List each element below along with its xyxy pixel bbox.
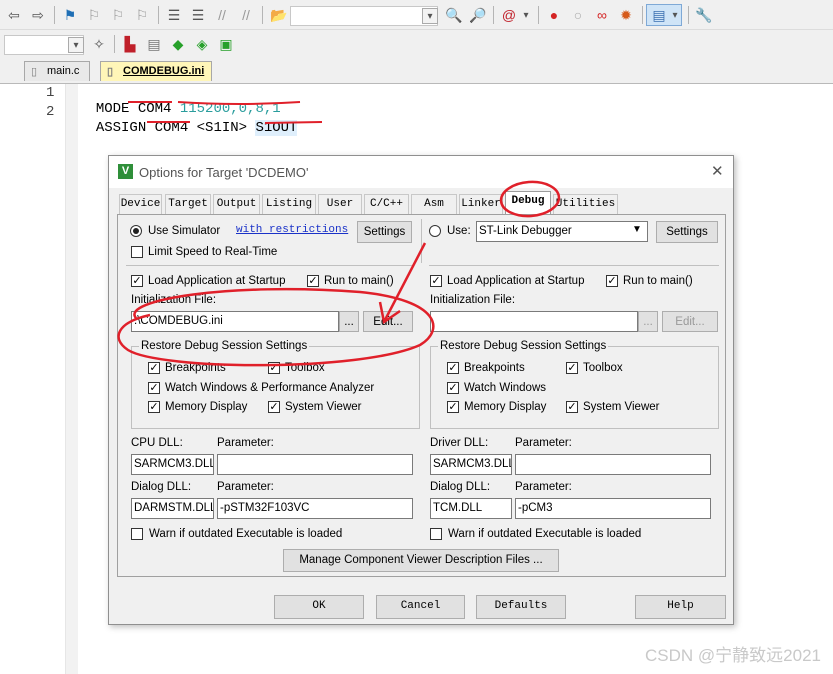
annotation-marks [117, 180, 561, 367]
csdn-watermark: CSDN @宁静致远2021 [645, 646, 821, 665]
